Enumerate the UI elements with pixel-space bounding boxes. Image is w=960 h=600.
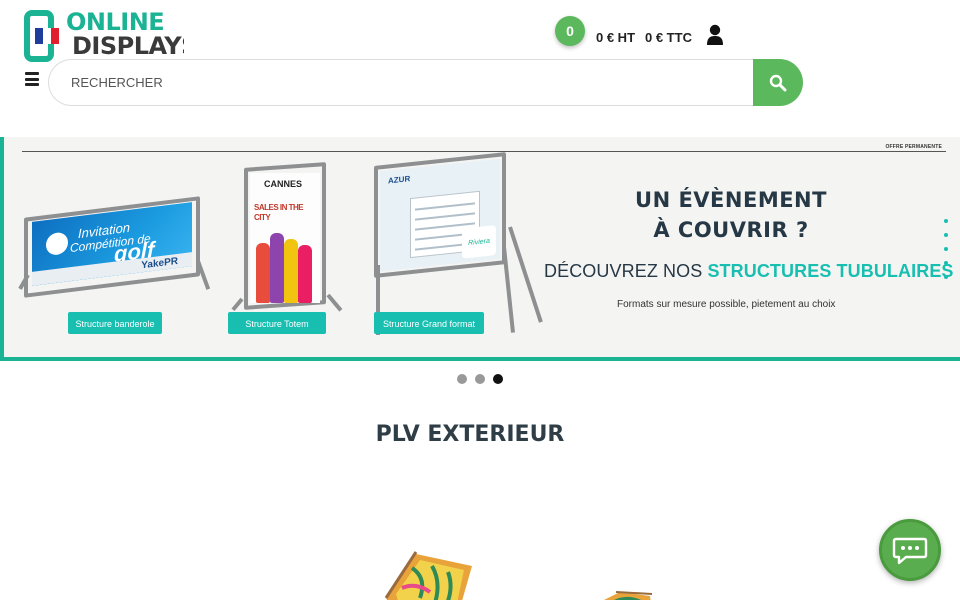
section-title: PLV EXTERIEUR — [375, 422, 565, 447]
hero-banner[interactable]: OFFRE PERMANENTE Invitation Compétition … — [0, 137, 960, 361]
frame-leg — [502, 246, 515, 333]
azur-grand-format-poster: AZUR Riviera — [380, 158, 500, 272]
carousel-dot-3[interactable] — [493, 374, 503, 384]
french-flag-icon — [35, 28, 59, 44]
user-icon[interactable] — [706, 24, 724, 46]
banner-subheadline: DÉCOUVREZ NOS STRUCTURES TUBULAIRES ! — [544, 261, 960, 282]
logo-text-displays: DISPLAYS — [72, 32, 184, 60]
search-icon — [769, 74, 787, 91]
frame-leg — [508, 226, 543, 323]
poster-text: Riviera — [462, 225, 496, 259]
cart-total-ht[interactable]: 0 € HT — [596, 30, 635, 45]
frame-leg — [326, 293, 343, 312]
deck-chair-product-image[interactable] — [580, 580, 660, 600]
headline-line-2: À COUVRIR ? — [653, 218, 809, 242]
carousel-dot-2[interactable] — [475, 374, 485, 384]
chat-button[interactable] — [879, 519, 941, 581]
deck-chair-product-image[interactable] — [372, 548, 492, 600]
cannes-totem-poster: CANNES SALES IN THE CITY — [250, 173, 320, 303]
banner-caption: Formats sur mesure possible, pietement a… — [617, 299, 836, 310]
fashion-figure — [256, 243, 270, 303]
subheadline-highlight[interactable]: STRUCTURES TUBULAIRES — [707, 261, 953, 281]
fashion-figure — [270, 233, 284, 303]
fashion-figure — [298, 245, 312, 303]
banner-headline: UN ÉVÈNEMENT À COUVRIR ? — [572, 185, 890, 245]
fashion-figure — [284, 239, 298, 303]
chat-bubble-icon — [892, 537, 928, 565]
carousel-dot-1[interactable] — [457, 374, 467, 384]
product-tag-grand-format[interactable]: Structure Grand format — [374, 312, 484, 334]
poster-brand: AZUR — [388, 174, 411, 186]
site-logo[interactable]: ONLINE DISPLAYS — [24, 8, 184, 64]
frame-leg — [231, 297, 244, 312]
cart-total-ttc[interactable]: 0 € TTC — [645, 30, 692, 45]
poster-text: CANNES — [264, 179, 303, 189]
hamburger-menu-icon[interactable] — [25, 72, 39, 86]
cart-count-badge[interactable]: 0 — [555, 16, 585, 46]
poster-text: SALES IN THE CITY — [254, 203, 304, 222]
page: ONLINE DISPLAYS 0 0 € HT 0 € TTC OFFRE P… — [0, 0, 960, 600]
banner-divider — [22, 151, 946, 152]
golf-ball-graphic — [46, 231, 68, 257]
search-input[interactable] — [48, 59, 754, 106]
subheadline-prefix: DÉCOUVREZ NOS — [544, 261, 703, 281]
subheadline-suffix: ! — [954, 261, 960, 281]
product-tag-banderole[interactable]: Structure banderole — [68, 312, 162, 334]
headline-line-1: UN ÉVÈNEMENT — [635, 188, 827, 212]
offer-label: OFFRE PERMANENTE — [885, 144, 942, 150]
banner-side-indicators — [944, 219, 950, 289]
search-button[interactable] — [753, 59, 803, 106]
carousel-pagination — [457, 374, 503, 384]
product-tag-totem[interactable]: Structure Totem — [228, 312, 326, 334]
